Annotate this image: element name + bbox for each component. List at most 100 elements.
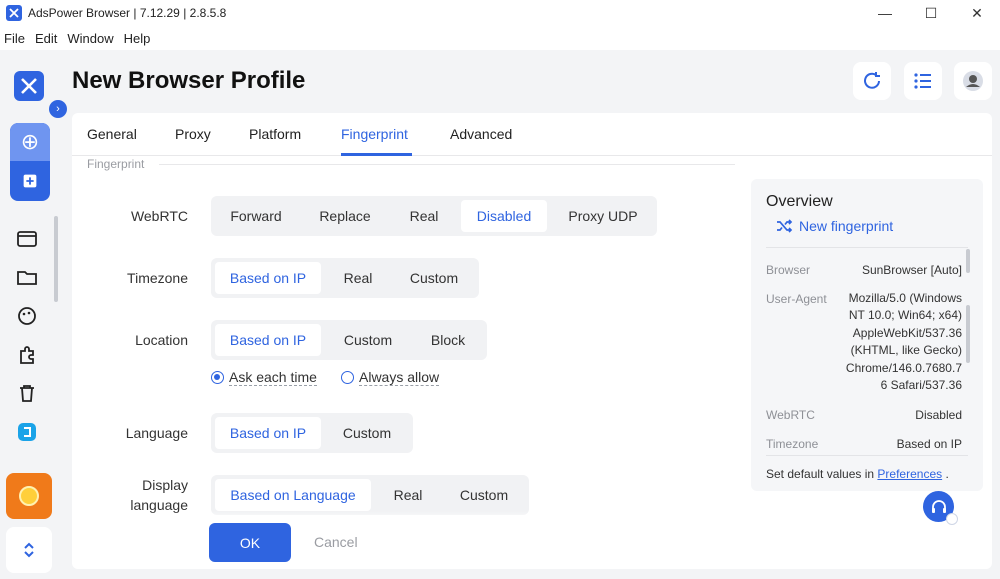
puzzle-extension-icon[interactable]	[14, 342, 40, 368]
ok-button[interactable]: OK	[209, 523, 291, 562]
support-badge-icon	[946, 513, 958, 525]
overview-footer: Set default values in Preferences .	[766, 467, 949, 481]
location-option-custom[interactable]: Custom	[327, 324, 409, 356]
timezone-segmented-control: Based on IP Real Custom	[211, 258, 479, 298]
list-icon	[914, 73, 931, 89]
avatar	[963, 71, 983, 91]
webrtc-segmented-control: Forward Replace Real Disabled Proxy UDP	[211, 196, 657, 236]
sync-button[interactable]	[853, 62, 891, 100]
overview-divider	[766, 247, 968, 248]
profile-form-panel: General Proxy Platform Fingerprint Advan…	[72, 113, 992, 569]
app-logo-icon	[6, 5, 22, 21]
overview-value-browser: SunBrowser [Auto]	[861, 263, 962, 277]
overview-value-timezone: Based on IP	[896, 437, 962, 451]
location-option-based-on-ip[interactable]: Based on IP	[215, 324, 321, 356]
menu-file[interactable]: File	[0, 31, 30, 46]
overview-scrollbar-thumb[interactable]	[966, 305, 970, 363]
sync-icon	[864, 72, 880, 89]
new-fingerprint-label: New fingerprint	[799, 218, 894, 234]
timezone-option-custom[interactable]: Custom	[395, 262, 473, 294]
palette-icon[interactable]	[14, 303, 40, 329]
tab-bar: General Proxy Platform Fingerprint Advan…	[72, 113, 992, 156]
close-button[interactable]: ✕	[954, 0, 1000, 26]
left-sidebar: › ⊕	[0, 50, 67, 579]
browser-window-icon[interactable]	[14, 226, 40, 252]
folder-icon[interactable]	[14, 264, 40, 290]
display-language-option-real[interactable]: Real	[377, 479, 439, 511]
title-bar: AdsPower Browser | 7.12.29 | 2.8.5.8 — ☐…	[0, 0, 1000, 26]
overview-key-user-agent: User-Agent	[766, 292, 827, 306]
minimize-button[interactable]: —	[862, 0, 908, 26]
webrtc-option-disabled[interactable]: Disabled	[461, 200, 547, 232]
collapse-toggle-button[interactable]	[6, 527, 52, 573]
menu-help[interactable]: Help	[119, 31, 156, 46]
overview-scrollbar-track[interactable]	[966, 249, 970, 273]
overview-panel: Overview New fingerprint Browser SunBrow…	[751, 179, 983, 491]
preferences-link[interactable]: Preferences	[877, 467, 942, 481]
cancel-button[interactable]: Cancel	[314, 534, 358, 550]
scroll-fade	[72, 511, 742, 523]
overview-value-user-agent: Mozilla/5.0 (Windows NT 10.0; Win64; x64…	[845, 291, 962, 393]
new-fingerprint-link[interactable]: New fingerprint	[775, 217, 893, 235]
tab-advanced[interactable]: Advanced	[450, 126, 512, 142]
webrtc-option-real[interactable]: Real	[393, 200, 455, 232]
coin-icon	[19, 486, 39, 506]
task-list-button[interactable]	[904, 62, 942, 100]
language-label: Language	[125, 425, 188, 441]
tab-fingerprint[interactable]: Fingerprint	[341, 126, 408, 142]
overview-footer-divider	[766, 455, 968, 456]
timezone-option-real[interactable]: Real	[327, 262, 389, 294]
chevron-up-down-icon	[24, 542, 34, 558]
overview-key-browser: Browser	[766, 263, 811, 277]
location-option-block[interactable]: Block	[415, 324, 481, 356]
tab-general[interactable]: General	[87, 126, 137, 142]
display-language-option-custom[interactable]: Custom	[445, 479, 523, 511]
section-divider	[159, 164, 735, 165]
page-title: New Browser Profile	[72, 67, 306, 94]
menu-window[interactable]: Window	[62, 31, 118, 46]
timezone-option-based-on-ip[interactable]: Based on IP	[215, 262, 321, 294]
language-option-custom[interactable]: Custom	[327, 417, 407, 449]
radio-dot-checked	[211, 371, 224, 384]
overview-title: Overview	[766, 193, 833, 210]
overview-value-webrtc: Disabled	[915, 408, 962, 422]
app-shortcut-icon[interactable]	[14, 419, 40, 445]
radio-dot-unchecked	[341, 371, 354, 384]
section-label: Fingerprint	[87, 157, 145, 171]
adspower-logo-icon	[14, 71, 44, 101]
customer-support-button[interactable]	[923, 491, 958, 525]
radio-ask-each-time-label: Ask each time	[229, 369, 317, 386]
user-avatar-button[interactable]	[954, 62, 992, 100]
webrtc-label: WebRTC	[130, 208, 188, 224]
active-tab-indicator	[341, 153, 412, 156]
language-segmented-control: Based on IP Custom	[211, 413, 413, 453]
menu-edit[interactable]: Edit	[30, 31, 62, 46]
webrtc-option-replace[interactable]: Replace	[303, 200, 387, 232]
tab-proxy[interactable]: Proxy	[175, 126, 211, 142]
headset-icon	[931, 499, 946, 513]
location-segmented-control: Based on IP Custom Block	[211, 320, 487, 360]
overview-key-timezone: Timezone	[766, 437, 819, 451]
add-profile-icon[interactable]	[10, 161, 50, 201]
radio-always-allow-label: Always allow	[359, 369, 440, 386]
radio-always-allow[interactable]: Always allow	[341, 369, 440, 386]
display-language-option-based-on-language[interactable]: Based on Language	[215, 479, 371, 511]
webrtc-option-forward[interactable]: Forward	[215, 200, 297, 232]
tab-platform[interactable]: Platform	[249, 126, 301, 142]
display-language-segmented-control: Based on Language Real Custom	[211, 475, 529, 515]
expand-sidebar-chevron-icon[interactable]: ›	[49, 100, 67, 118]
location-label: Location	[135, 332, 188, 348]
sidebar-scrollbar[interactable]	[54, 216, 58, 302]
maximize-button[interactable]: ☐	[908, 0, 954, 26]
new-profile-plus-icon[interactable]: ⊕	[10, 123, 50, 161]
promo-coin-button[interactable]	[6, 473, 52, 519]
shuffle-icon	[777, 219, 793, 233]
display-language-label-line1: Display	[142, 477, 188, 493]
overview-key-webrtc: WebRTC	[766, 408, 815, 422]
new-profile-group: ⊕	[10, 123, 50, 201]
webrtc-option-proxy-udp[interactable]: Proxy UDP	[555, 200, 651, 232]
timezone-label: Timezone	[127, 270, 188, 286]
language-option-based-on-ip[interactable]: Based on IP	[215, 417, 321, 449]
trash-icon[interactable]	[14, 380, 40, 406]
radio-ask-each-time[interactable]: Ask each time	[211, 369, 317, 386]
